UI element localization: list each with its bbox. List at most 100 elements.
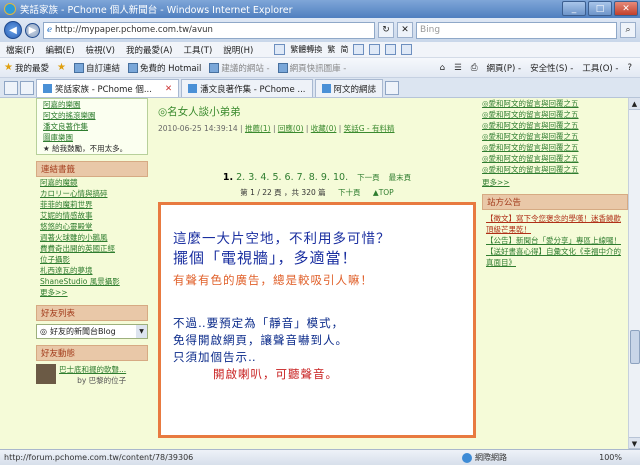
recommend-link[interactable]: 推薦(1) xyxy=(245,124,271,133)
fav-link[interactable]: 自訂連結 xyxy=(73,62,120,74)
toolbar-icon[interactable] xyxy=(385,44,397,55)
list-item[interactable]: 週著火球雖的小鵝風 xyxy=(40,232,148,243)
collect-link[interactable]: 收藏(0) xyxy=(311,124,337,133)
url-input[interactable]: ℯ http://mypaper.pchome.com.tw/avun xyxy=(43,21,375,39)
new-tab-button[interactable] xyxy=(385,81,400,95)
stop-button[interactable]: ✕ xyxy=(397,22,413,38)
menu-view[interactable]: 檢視(V) xyxy=(86,44,115,56)
toolbar-icon[interactable] xyxy=(369,44,381,55)
list-item[interactable]: 菲菲的魔莉世界 xyxy=(40,199,148,210)
list-item[interactable]: 艾妮的情感故事 xyxy=(40,210,148,221)
forward-button[interactable]: ▶ xyxy=(25,22,40,38)
maximize-button[interactable]: □ xyxy=(588,1,612,16)
search-input[interactable]: Bing xyxy=(416,21,617,39)
minimize-button[interactable]: _ xyxy=(562,1,586,16)
page-link[interactable]: 4. xyxy=(260,172,269,183)
tab-blog[interactable]: 阿文的網誌 xyxy=(314,79,384,97)
quick-tabs-button[interactable] xyxy=(4,81,18,95)
scroll-thumb[interactable] xyxy=(630,330,640,364)
scroll-up-icon[interactable]: ▲ xyxy=(629,98,640,110)
close-tab-icon[interactable]: ✕ xyxy=(165,84,172,94)
favorites-button[interactable]: ★ 我的最愛 xyxy=(4,62,49,74)
page-menu[interactable]: 網頁(P) - xyxy=(487,62,522,74)
list-item[interactable]: ◎愛和阿文的留言與回覆之五 xyxy=(482,131,628,142)
page-link[interactable]: 9. xyxy=(321,172,330,183)
page-link[interactable]: 3. xyxy=(248,172,257,183)
tab-works[interactable]: 潘文良著作集 - PChome ... xyxy=(181,79,313,97)
list-item[interactable]: 阿文的搖滾樂園 xyxy=(43,110,147,121)
tab-jokes[interactable]: 笑話家族 - PChome 個... ✕ xyxy=(36,79,180,97)
toolbar-icon[interactable] xyxy=(353,44,365,55)
search-icon[interactable]: ⌕ xyxy=(620,22,636,38)
fav-link[interactable]: 建議的網站 - xyxy=(209,62,270,74)
list-item[interactable]: ◎愛和阿文的留言與回覆之五 xyxy=(482,109,628,120)
list-item[interactable]: ◎愛和阿文的留言與回覆之五 xyxy=(482,98,628,109)
page-link[interactable]: 7. xyxy=(297,172,306,183)
notice-item[interactable]: 【徵文】寫下令您褒念的學嘆！迷香饒歡頂級芒果乾！ xyxy=(486,213,628,235)
list-item[interactable]: ◎愛和阿文的留言與回覆之五 xyxy=(482,142,628,153)
more-link[interactable]: 更多>> xyxy=(482,177,628,188)
tools-menu[interactable]: 工具(O) - xyxy=(582,62,618,74)
safety-menu[interactable]: 安全性(S) - xyxy=(530,62,573,74)
reply-link[interactable]: 回應(0) xyxy=(278,124,304,133)
list-item[interactable]: 阿嘉的樂園 xyxy=(43,99,147,110)
window-title: 笑話家族 - PChome 個人新聞台 - Windows Internet E… xyxy=(20,5,293,16)
friend-update[interactable]: 巴士底和擺的軟聲... by 巴黎的位子 xyxy=(36,364,156,386)
list-item[interactable]: カロリー心情與搞碎 xyxy=(40,188,148,199)
close-button[interactable]: ✕ xyxy=(614,1,638,16)
help-icon[interactable]: ? xyxy=(627,63,632,73)
list-item[interactable]: ShaneStudio 風景攝影 xyxy=(40,276,148,287)
print-icon[interactable]: ⎙ xyxy=(471,63,478,73)
convert-label[interactable]: 繁體轉換 xyxy=(290,44,322,55)
page-link[interactable]: 8. xyxy=(309,172,318,183)
feeds-icon[interactable]: ☰ xyxy=(454,63,462,73)
refresh-button[interactable]: ↻ xyxy=(378,22,394,38)
vertical-scrollbar[interactable]: ▲ ▼ xyxy=(628,98,640,449)
list-item[interactable]: 潘文良著作集 xyxy=(43,121,147,132)
next-page-link[interactable]: 下一頁 xyxy=(357,173,380,182)
page-link[interactable]: 5. xyxy=(272,172,281,183)
page-link[interactable]: 1. xyxy=(223,172,233,183)
window-titlebar: 笑話家族 - PChome 個人新聞台 - Windows Internet E… xyxy=(0,0,640,18)
top-link[interactable]: ▲TOP xyxy=(373,188,394,197)
add-favorite-icon[interactable]: ★ xyxy=(57,62,66,73)
list-item[interactable]: 札西達瓦的夢境 xyxy=(40,265,148,276)
simplified-button[interactable]: 简 xyxy=(340,44,348,55)
page-link[interactable]: 10. xyxy=(333,172,348,183)
menu-favorites[interactable]: 我的最愛(A) xyxy=(126,44,172,56)
list-item[interactable]: ◎愛和阿文的留言與回覆之五 xyxy=(482,164,628,175)
tab-list-button[interactable] xyxy=(20,81,34,95)
back-button[interactable]: ◀ xyxy=(4,21,22,39)
last-page-link[interactable]: 最末頁 xyxy=(389,173,412,182)
notice-item[interactable]: 【公告】新聞台「愛分享」專區上線囉！ xyxy=(486,235,628,246)
more-links[interactable]: 更多>> xyxy=(40,287,148,299)
friend-blog-select[interactable]: ◎ 好友的新聞台Blog ▼ xyxy=(36,324,148,339)
list-item[interactable]: 位子攝影 xyxy=(40,254,148,265)
list-item[interactable]: 阿嘉的魔鏡 xyxy=(40,177,148,188)
toolbar-icon[interactable] xyxy=(274,44,286,55)
list-item[interactable]: 悠悠的心靈殿堂 xyxy=(40,221,148,232)
fav-link[interactable]: 免費的 Hotmail xyxy=(127,62,201,74)
notice-item[interactable]: 【送好書喜心得】自彙文化《幸福中介的真面目》 xyxy=(486,246,628,268)
list-item[interactable]: ◎愛和阿文的留言與回覆之五 xyxy=(482,120,628,131)
page-link[interactable]: 6. xyxy=(285,172,294,183)
fav-link[interactable]: 網頁快訊圖庫 - xyxy=(277,62,346,74)
menu-help[interactable]: 說明(H) xyxy=(223,44,253,56)
post-title[interactable]: ◎名女人談小弟弟 xyxy=(158,104,476,119)
list-item[interactable]: 費費奇出開的英國正經 xyxy=(40,243,148,254)
scroll-down-icon[interactable]: ▼ xyxy=(629,437,640,449)
toolbar-icon[interactable] xyxy=(401,44,413,55)
home-icon[interactable]: ⌂ xyxy=(440,63,445,73)
menu-tools[interactable]: 工具(T) xyxy=(183,44,212,56)
page-link[interactable]: 2. xyxy=(236,172,245,183)
category-link[interactable]: 笑話G - 有料精 xyxy=(344,124,395,133)
list-item[interactable]: ◎愛和阿文的留言與回覆之五 xyxy=(482,153,628,164)
encourage-link[interactable]: 給我鼓勵，不用太多。 xyxy=(43,143,147,154)
traditional-button[interactable]: 繁 xyxy=(327,44,335,55)
menu-file[interactable]: 檔案(F) xyxy=(6,44,35,56)
list-item[interactable]: 圖庫樂園 xyxy=(43,132,147,143)
page-content: 阿嘉的樂園 阿文的搖滾樂園 潘文良著作集 圖庫樂園 給我鼓勵，不用太多。 連結書… xyxy=(0,98,628,449)
next-ten-link[interactable]: 下十頁 xyxy=(338,188,361,197)
zoom-level[interactable]: 100% xyxy=(599,453,622,462)
menu-edit[interactable]: 編輯(E) xyxy=(46,44,75,56)
